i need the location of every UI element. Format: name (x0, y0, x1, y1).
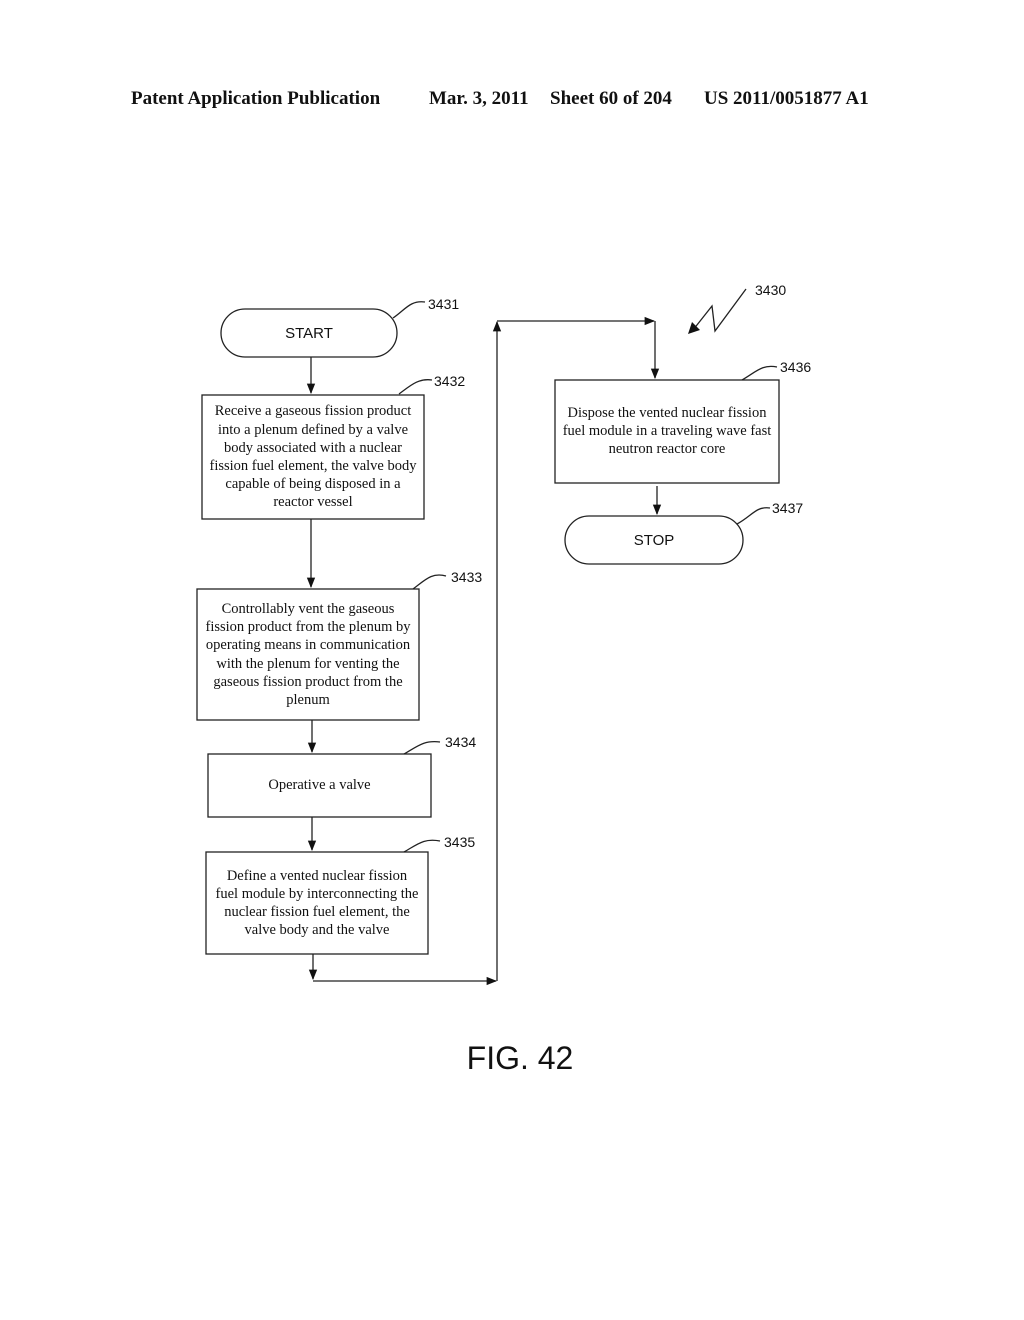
ref-3432: 3432 (434, 373, 466, 389)
leader-3431 (392, 301, 426, 319)
figure-label: FIG. 42 (466, 1040, 574, 1076)
leader-3434 (403, 740, 441, 755)
ref-3435: 3435 (444, 834, 476, 850)
step-3432-text: Receive a gaseous fission product into a… (209, 403, 417, 511)
leader-3435 (403, 839, 441, 853)
ref-3431: 3431 (428, 296, 460, 312)
leader-3432 (398, 379, 433, 395)
ref-3433: 3433 (451, 569, 483, 585)
ref-3434: 3434 (445, 734, 477, 750)
flowchart-lines (196, 288, 780, 986)
stop-terminal: STOP (633, 531, 675, 549)
step-3435-text: Define a vented nuclear fission fuel mod… (215, 867, 419, 939)
leader-3430 (692, 288, 747, 333)
ref-3430: 3430 (755, 282, 787, 298)
step-3436-text: Dispose the vented nuclear fission fuel … (562, 405, 772, 458)
step-3434-text: Operative a valve (268, 777, 371, 794)
leader-3436 (741, 365, 778, 381)
start-terminal: START (285, 324, 333, 342)
step-3433-text: Controllably vent the gaseous fission pr… (205, 600, 411, 708)
ref-3436: 3436 (780, 359, 812, 375)
leader-3433 (412, 574, 447, 590)
ref-3437: 3437 (772, 500, 804, 516)
